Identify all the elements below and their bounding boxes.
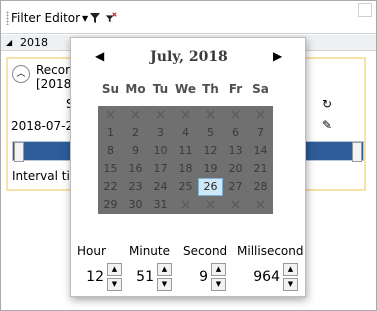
chevron-down-icon: ▼ [82, 13, 89, 23]
calendar-day-blank: × [254, 107, 267, 123]
filter-editor-dropdown[interactable]: Filter Editor ▼ [11, 9, 88, 27]
millisecond-spin: ▲ ▼ [283, 263, 298, 291]
calendar-day[interactable]: 20 [223, 160, 248, 178]
calendar-day[interactable]: 16 [123, 160, 148, 178]
calendar-day[interactable]: 22 [98, 178, 123, 196]
triangle-right-icon[interactable]: ▶ [273, 49, 282, 63]
filter-editor-label: Filter Editor [11, 11, 81, 25]
calendar-day[interactable]: 21 [248, 160, 273, 178]
calendar-day[interactable]: 15 [98, 160, 123, 178]
scrollbar-corner[interactable] [358, 3, 372, 17]
calendar-day[interactable]: 27 [223, 178, 248, 196]
chevron-down-icon[interactable]: ▼ [107, 278, 122, 291]
chevron-up-icon[interactable]: ▲ [283, 263, 298, 276]
calendar-day[interactable]: 3 [148, 124, 173, 142]
calendar-day-blank: × [104, 107, 117, 123]
hour-label: Hour [77, 244, 106, 258]
calendar-day[interactable]: 12 [198, 142, 223, 160]
hour-spin: ▲ ▼ [107, 263, 122, 291]
weekday-header: Su Mo Tu We Th Fr Sa [98, 82, 273, 96]
calendar-day[interactable]: 6 [223, 124, 248, 142]
calendar-day[interactable]: 30 [123, 196, 148, 214]
funnel-icon[interactable] [89, 12, 101, 24]
toolbar: Filter Editor ▼ [1, 1, 376, 34]
calendar-day[interactable]: 19 [198, 160, 223, 178]
calendar-day[interactable]: 1 [98, 124, 123, 142]
chevron-down-icon[interactable]: ▼ [283, 278, 298, 291]
calendar-popup: ◀ July, 2018 ▶ Su Mo Tu We Th Fr Sa × × … [70, 37, 306, 297]
second-label: Second [183, 244, 228, 258]
calendar-day[interactable]: 9 [123, 142, 148, 160]
group-label: 2018 [20, 36, 48, 49]
minute-value[interactable]: 51 [136, 263, 154, 291]
calendar-day[interactable]: 10 [148, 142, 173, 160]
calendar-day[interactable]: 24 [148, 178, 173, 196]
calendar-day[interactable]: 11 [173, 142, 198, 160]
hour-stepper[interactable]: 12 ▲ ▼ [77, 263, 122, 291]
month-title[interactable]: July, 2018 [71, 49, 307, 65]
funnel-clear-icon[interactable] [105, 12, 117, 24]
chevron-up-icon[interactable]: ▲ [211, 263, 226, 276]
chevron-up-icon[interactable]: ▲ [157, 263, 172, 276]
calendar-day[interactable]: 18 [173, 160, 198, 178]
range-start-thumb[interactable] [14, 142, 24, 162]
second-spin: ▲ ▼ [211, 263, 226, 291]
weekday-label: Mo [125, 82, 146, 96]
redo-icon[interactable]: ↻ [322, 97, 332, 111]
days-grid: × × × × × × × 1 2 3 4 5 6 7 8 9 10 11 12… [98, 106, 273, 214]
hour-value[interactable]: 12 [86, 263, 104, 291]
weekday-label: Fr [228, 82, 243, 96]
millisecond-stepper[interactable]: 964 ▲ ▼ [236, 263, 298, 291]
minute-spin: ▲ ▼ [157, 263, 172, 291]
weekday-label: Sa [252, 82, 269, 96]
calendar-day-blank: × [154, 107, 167, 123]
calendar-day-blank: × [204, 107, 217, 123]
minute-label: Minute [129, 244, 170, 258]
weekday-label: We [175, 82, 196, 96]
expand-triangle-icon[interactable]: ◢ [6, 38, 12, 47]
millisecond-value[interactable]: 964 [253, 263, 280, 291]
calendar-day[interactable]: 2 [123, 124, 148, 142]
calendar-day[interactable]: 17 [148, 160, 173, 178]
calendar-day[interactable]: 23 [123, 178, 148, 196]
calendar-day[interactable]: 4 [173, 124, 198, 142]
calendar-day-blank: × [179, 107, 192, 123]
weekday-label: Tu [152, 82, 169, 96]
minute-stepper[interactable]: 51 ▲ ▼ [129, 263, 172, 291]
calendar-day[interactable]: 7 [248, 124, 273, 142]
calendar-day-blank: × [229, 107, 242, 123]
calendar-day-blank: × [204, 197, 217, 213]
calendar-day-selected[interactable]: 26 [198, 178, 223, 196]
chevron-down-icon[interactable]: ▼ [211, 278, 226, 291]
calendar-day[interactable]: 13 [223, 142, 248, 160]
calendar-day[interactable]: 8 [98, 142, 123, 160]
pencil-icon[interactable]: ✎ [322, 118, 332, 132]
collapse-icon[interactable]: ︿ [12, 65, 30, 83]
calendar-day[interactable]: 28 [248, 178, 273, 196]
second-value[interactable]: 9 [199, 263, 208, 291]
range-end-thumb[interactable] [352, 142, 362, 162]
calendar-day[interactable]: 31 [148, 196, 173, 214]
calendar-day-blank: × [129, 107, 142, 123]
calendar-day-blank: × [179, 197, 192, 213]
calendar-day-blank: × [254, 197, 267, 213]
weekday-label: Th [202, 82, 219, 96]
weekday-label: Su [101, 82, 120, 96]
second-stepper[interactable]: 9 ▲ ▼ [181, 263, 226, 291]
calendar-day[interactable]: 14 [248, 142, 273, 160]
millisecond-label: Millisecond [237, 244, 304, 258]
calendar-day[interactable]: 29 [98, 196, 123, 214]
chevron-down-icon[interactable]: ▼ [157, 278, 172, 291]
calendar-day-blank: × [229, 197, 242, 213]
toolbar-grip[interactable] [6, 11, 9, 25]
calendar-day[interactable]: 5 [198, 124, 223, 142]
calendar-day[interactable]: 25 [173, 178, 198, 196]
chevron-up-icon[interactable]: ▲ [107, 263, 122, 276]
